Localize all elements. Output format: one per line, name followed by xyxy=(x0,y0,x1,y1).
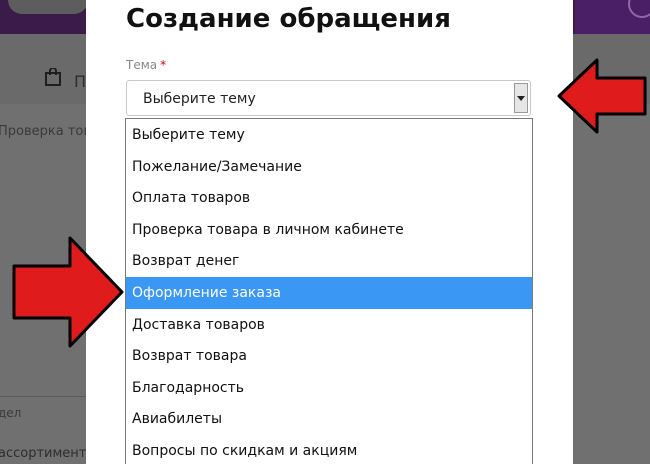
background-search-field xyxy=(8,0,88,14)
topic-select[interactable]: Выберите тему xyxy=(126,80,531,116)
background-tab-label: П xyxy=(74,72,87,91)
dropdown-option[interactable]: Благодарность xyxy=(126,372,532,404)
modal-title: Создание обращения xyxy=(126,4,451,34)
dropdown-option[interactable]: Выберите тему xyxy=(126,119,532,151)
shopping-bag-icon xyxy=(45,68,61,86)
topic-field-label: Тема * xyxy=(126,58,166,72)
dropdown-option[interactable]: Доставка товаров xyxy=(126,309,532,341)
background-section-label: дел xyxy=(0,406,22,420)
dropdown-option-highlighted[interactable]: Оформление заказа xyxy=(126,277,532,309)
caret-down-icon xyxy=(517,95,525,101)
background-divider xyxy=(0,396,100,397)
dropdown-option[interactable]: Вопросы по скидкам и акциям xyxy=(126,435,532,464)
dropdown-option[interactable]: Пожелание/Замечание xyxy=(126,151,532,183)
topic-label-text: Тема xyxy=(126,58,158,72)
red-arrow-left-icon xyxy=(557,58,647,134)
required-marker: * xyxy=(160,58,167,72)
dropdown-option[interactable]: Возврат товара xyxy=(126,340,532,372)
topic-select-value: Выберите тему xyxy=(143,91,256,107)
topic-dropdown-list[interactable]: Выберите тему Пожелание/Замечание Оплата… xyxy=(125,118,533,464)
dropdown-option[interactable]: Проверка товара в личном кабинете xyxy=(126,214,532,246)
background-assortment-text: ассортименту xyxy=(0,446,95,461)
red-arrow-right-icon xyxy=(12,236,124,348)
dropdown-option[interactable]: Авиабилеты xyxy=(126,403,532,435)
dropdown-option[interactable]: Оплата товаров xyxy=(126,182,532,214)
dropdown-toggle-button[interactable] xyxy=(514,83,528,113)
dropdown-option[interactable]: Возврат денег xyxy=(126,245,532,277)
